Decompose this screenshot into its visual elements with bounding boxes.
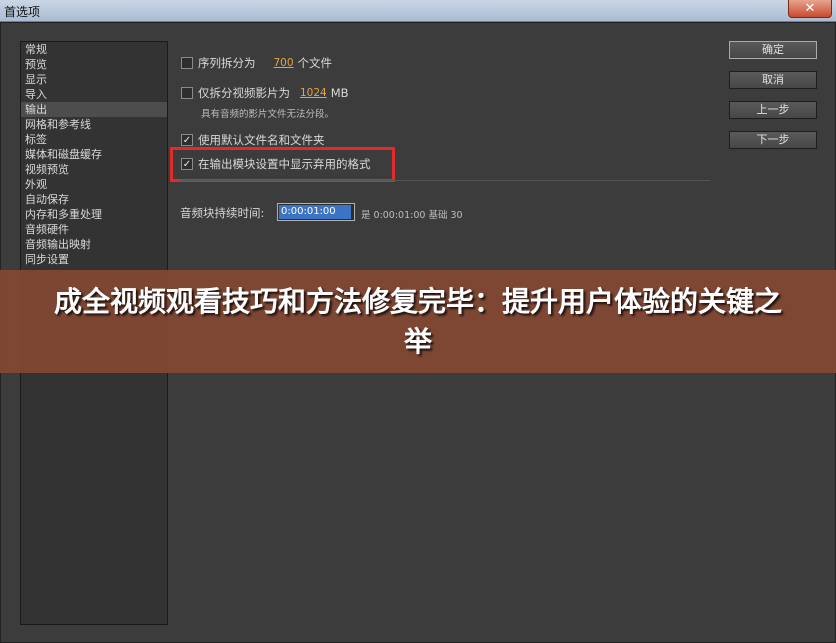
section-divider [180,180,710,181]
audio-duration-row: 音频块持续时间: [180,205,264,221]
close-icon: ✕ [804,1,816,16]
default-names-checkbox[interactable]: ✓ [181,134,193,146]
sidebar-item-audio-output-mapping[interactable]: 音频输出映射 [21,237,167,252]
close-button[interactable]: ✕ [788,0,832,18]
sidebar-item-sync-settings[interactable]: 同步设置 [21,252,167,267]
next-button[interactable]: 下一步 [729,131,817,149]
sidebar-item-memory[interactable]: 内存和多重处理 [21,207,167,222]
audio-duration-input[interactable]: 0:00:01:00 [277,203,355,221]
split-sequence-value[interactable]: 700 [274,57,294,69]
cancel-button[interactable]: 取消 [729,71,817,89]
split-video-checkbox[interactable] [181,87,193,99]
ok-button[interactable]: 确定 [729,41,817,59]
split-sequence-label: 序列拆分为 [198,56,256,70]
banner-text: 成全视频观看技巧和方法修复完毕：提升用户体验的关键之举 [53,284,782,358]
sidebar-item-preview[interactable]: 预览 [21,57,167,72]
split-note: 具有音频的影片文件无法分段。 [201,109,335,120]
split-sequence-row: 序列拆分为 700 个文件 [181,55,332,71]
sidebar-item-import[interactable]: 导入 [21,87,167,102]
sidebar-item-grids-guides[interactable]: 网格和参考线 [21,117,167,132]
sidebar-item-appearance[interactable]: 外观 [21,177,167,192]
audio-duration-value: 0:00:01:00 [279,205,351,219]
split-video-unit: MB [330,86,349,100]
split-video-label: 仅拆分视频影片为 [198,86,290,100]
sidebar-item-output[interactable]: 输出 [21,102,167,117]
sidebar-item-video-preview[interactable]: 视频预览 [21,162,167,177]
default-names-row: ✓ 使用默认文件名和文件夹 [181,132,325,148]
overlay-banner: 成全视频观看技巧和方法修复完毕：提升用户体验的关键之举 [0,270,836,373]
split-sequence-checkbox[interactable] [181,57,193,69]
highlight-box [170,147,395,182]
window-title: 首选项 [4,5,41,19]
audio-duration-info: 是 0:00:01:00 基础 30 [361,210,463,221]
sidebar-item-general[interactable]: 常规 [21,42,167,57]
sidebar-item-media-cache[interactable]: 媒体和磁盘缓存 [21,147,167,162]
title-bar: 首选项 ✕ [0,0,836,22]
split-sequence-unit: 个文件 [297,56,333,70]
split-video-value[interactable]: 1024 [300,87,327,99]
split-video-row: 仅拆分视频影片为 1024 MB [181,85,349,101]
audio-duration-label: 音频块持续时间: [180,206,265,220]
sidebar-item-auto-save[interactable]: 自动保存 [21,192,167,207]
sidebar-item-audio-hardware[interactable]: 音频硬件 [21,222,167,237]
previous-button[interactable]: 上一步 [729,101,817,119]
default-names-label: 使用默认文件名和文件夹 [198,133,325,147]
sidebar-item-labels[interactable]: 标签 [21,132,167,147]
sidebar-item-display[interactable]: 显示 [21,72,167,87]
